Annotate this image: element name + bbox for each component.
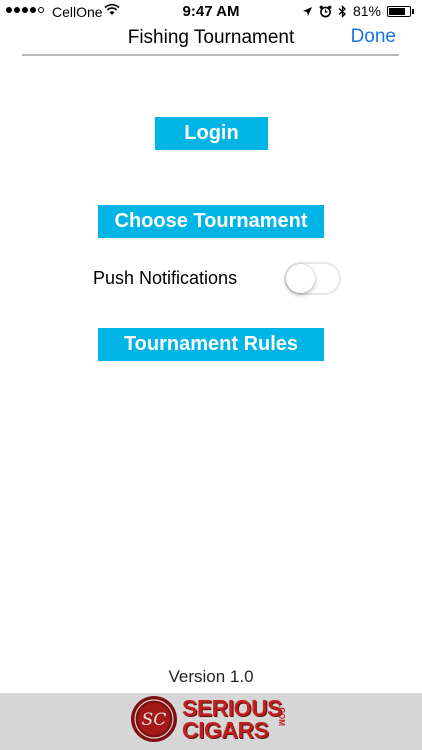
logo-word-cigars: CIGARS bbox=[182, 717, 269, 743]
logo-domain-suffix: .COM bbox=[277, 705, 286, 726]
toggle-knob bbox=[286, 264, 315, 293]
battery-icon bbox=[387, 5, 411, 17]
logo-word-serious: SERIOUS bbox=[182, 695, 283, 721]
status-bar: CellOne 9:47 AM 81% bbox=[0, 0, 422, 24]
status-right-icons: 81% bbox=[302, 3, 414, 19]
bluetooth-icon bbox=[338, 4, 346, 18]
serious-cigars-logo: SC SERIOUS CIGARS .COM bbox=[130, 695, 286, 743]
nav-divider bbox=[22, 54, 399, 56]
choose-tournament-button[interactable]: Choose Tournament bbox=[98, 205, 324, 238]
alarm-icon bbox=[319, 5, 332, 17]
push-notifications-toggle[interactable] bbox=[284, 262, 341, 295]
cigar-seal-icon: SC bbox=[131, 696, 177, 742]
tournament-rules-button[interactable]: Tournament Rules bbox=[98, 328, 324, 361]
svg-text:SC: SC bbox=[142, 710, 167, 730]
push-notifications-label: Push Notifications bbox=[93, 268, 238, 288]
login-button[interactable]: Login bbox=[155, 117, 268, 150]
done-button[interactable]: Done bbox=[351, 26, 396, 48]
sponsor-banner[interactable]: SC SERIOUS CIGARS .COM bbox=[0, 693, 422, 750]
battery-percent: 81% bbox=[352, 3, 381, 19]
version-label: Version 1.0 bbox=[168, 667, 254, 686]
location-arrow-icon bbox=[302, 6, 312, 16]
